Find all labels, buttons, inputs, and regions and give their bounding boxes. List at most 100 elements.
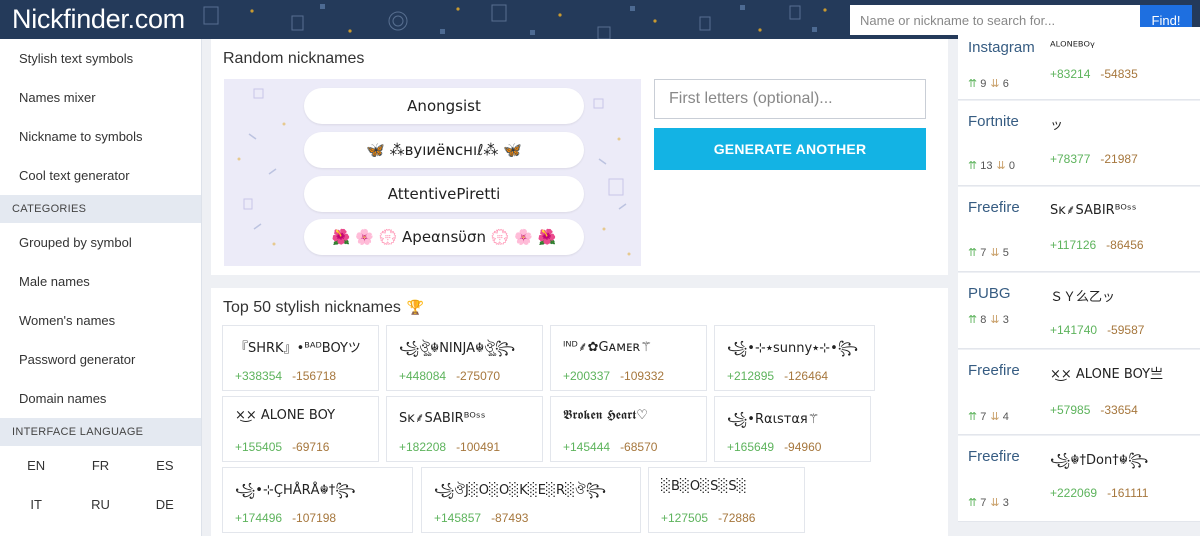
sidebar-item-grouped-by-symbol[interactable]: Grouped by symbol <box>0 223 201 262</box>
sidebar-item-cool-text-generator[interactable]: Cool text generator <box>0 156 201 195</box>
random-nicknames-title: Random nicknames <box>223 50 365 67</box>
game-nickname: ꧁☬†Don†☬꧂ <box>1050 453 1149 468</box>
card-negative: -94960 <box>784 440 822 454</box>
random-nickname-2[interactable]: 🦋 ⁂ʙуıиёɴcнıℓ⁂ 🦋 <box>304 132 584 168</box>
sidebar-item-male-names[interactable]: Male names <box>0 262 201 301</box>
card-score: +145444 -68570 <box>563 440 657 454</box>
game-positive: +57985 <box>1050 403 1091 417</box>
site-logo[interactable]: Nickfinder.com <box>12 4 185 35</box>
card-positive: +338354 <box>235 369 283 383</box>
first-letters-input[interactable] <box>654 79 926 119</box>
game-nickname: Sĸ⸙SABIRᴮᴼˢˢ <box>1050 203 1137 218</box>
game-nickname-card[interactable]: Freefire ꧁☬†Don†☬꧂ ⇈ 7 ⇊ 3 +222069 -161111 <box>958 436 1200 522</box>
top-nickname-card[interactable]: ░B░O░S░S░ +127505 -72886 <box>648 467 805 533</box>
card-negative: -107198 <box>292 511 337 525</box>
top-nicknames-title: Top 50 stylish nicknames 🏆 <box>223 299 424 317</box>
language-en[interactable]: EN <box>4 446 68 485</box>
game-name[interactable]: Freefire <box>968 362 1020 379</box>
game-score: +78377 -21987 <box>1050 152 1138 166</box>
downvote-icon[interactable]: ⇊ <box>990 497 999 509</box>
card-nickname: 𝕭𝖗𝖔𝖐𝖊𝖓 𝕳𝖊𝖆𝖗𝖙♡ <box>563 408 648 423</box>
top-nickname-card[interactable]: ꧁•Rαιѕтαя⚚ +165649 -94960 <box>714 396 871 462</box>
sidebar-item-names-mixer[interactable]: Names mixer <box>0 78 201 117</box>
game-name[interactable]: Fortnite <box>968 113 1019 130</box>
vote-counts: ⇈ 7 ⇊ 5 <box>968 246 1009 259</box>
downvote-icon[interactable]: ⇊ <box>990 78 999 90</box>
top-nickname-card[interactable]: ᴵᴺᴰ⸙✿Gᴀᴍᴇʀ⚚ +200337 -109332 <box>550 325 707 391</box>
top-nickname-card[interactable]: ꧁ঔJ░O░O░K░E░R░ঔ꧂ +145857 -87493 <box>421 467 641 533</box>
language-ru[interactable]: RU <box>68 485 132 524</box>
upvote-icon[interactable]: ⇈ <box>968 497 977 509</box>
top-nickname-card[interactable]: 𝕭𝖗𝖔𝖐𝖊𝖓 𝕳𝖊𝖆𝖗𝖙♡ +145444 -68570 <box>550 396 707 462</box>
sidebar-item-nickname-to-symbols[interactable]: Nickname to symbols <box>0 117 201 156</box>
game-nickname-card[interactable]: Instagram ᴬᴸᴼᴺᴱᴮᴼᵞ ⇈ 9 ⇊ 6 +83214 -54835 <box>958 27 1200 100</box>
vote-counts: ⇈ 8 ⇊ 3 <box>968 313 1009 326</box>
top-nickname-card[interactable]: 『SHRK』•ᴮᴬᴰBOYツ +338354 -156718 <box>222 325 379 391</box>
main-content: Random nicknames Anongsist 🦋 ⁂ʙуıиёɴcнıℓ… <box>211 39 948 536</box>
language-es[interactable]: ES <box>133 446 197 485</box>
downvote-icon[interactable]: ⇊ <box>997 160 1006 172</box>
language-heading: INTERFACE LANGUAGE <box>0 418 201 446</box>
sidebar: Stylish text symbols Names mixer Nicknam… <box>0 39 202 536</box>
language-fr[interactable]: FR <box>68 446 132 485</box>
card-nickname: ░B░O░S░S░ <box>661 479 747 494</box>
top-nicknames-title-text: Top 50 stylish nicknames <box>223 299 401 316</box>
vote-counts: ⇈ 13 ⇊ 0 <box>968 159 1015 172</box>
top-nickname-card[interactable]: ×͜× ALONE BOY +155405 -69716 <box>222 396 379 462</box>
card-negative: -69716 <box>292 440 330 454</box>
upvote-icon[interactable]: ⇈ <box>968 78 977 90</box>
game-nickname-card[interactable]: Fortnite ッ ⇈ 13 ⇊ 0 +78377 -21987 <box>958 101 1200 186</box>
vote-counts: ⇈ 7 ⇊ 3 <box>968 496 1009 509</box>
vote-counts: ⇈ 7 ⇊ 4 <box>968 410 1009 423</box>
game-nickname: ＳＹ么乙ッ <box>1050 290 1116 305</box>
random-nickname-4[interactable]: 🌺 🌸 💮 Apeαnsϋσn 💮 🌸 🌺 <box>304 219 584 255</box>
upvote-icon[interactable]: ⇈ <box>968 411 977 423</box>
card-negative: -275070 <box>456 369 501 383</box>
sidebar-item-stylish-text-symbols[interactable]: Stylish text symbols <box>0 39 201 78</box>
top-nickname-card[interactable]: ꧁•⊹٭sunny٭⊹•꧂ +212895 -126464 <box>714 325 875 391</box>
sidebar-item-womens-names[interactable]: Women's names <box>0 301 201 340</box>
game-name[interactable]: Instagram <box>968 39 1035 56</box>
card-nickname: Sĸ⸙SABIRᴮᴼˢˢ <box>399 411 486 426</box>
card-negative: -68570 <box>620 440 658 454</box>
game-nickname-card[interactable]: Freefire Sĸ⸙SABIRᴮᴼˢˢ ⇈ 7 ⇊ 5 +117126 -864… <box>958 187 1200 272</box>
top-nickname-card[interactable]: Sĸ⸙SABIRᴮᴼˢˢ +182208 -100491 <box>386 396 543 462</box>
card-nickname: ᴵᴺᴰ⸙✿Gᴀᴍᴇʀ⚚ <box>563 340 652 355</box>
card-nickname: ꧁•Rαιѕтαя⚚ <box>727 412 820 427</box>
card-negative: -72886 <box>718 511 756 525</box>
card-negative: -87493 <box>491 511 529 525</box>
top-nicknames-panel: Top 50 stylish nicknames 🏆 『SHRK』•ᴮᴬᴰBOYツ… <box>211 288 948 536</box>
game-name[interactable]: PUBG <box>968 285 1011 302</box>
downvote-icon[interactable]: ⇊ <box>990 314 999 326</box>
top-nickname-card[interactable]: ꧁ঔৣ☬NINJA☬ঔৣ꧂ +448084 -275070 <box>386 325 543 391</box>
upvote-icon[interactable]: ⇈ <box>968 160 977 172</box>
language-de[interactable]: DE <box>133 485 197 524</box>
card-positive: +145444 <box>563 440 611 454</box>
game-nickname-card[interactable]: PUBG ＳＹ么乙ッ ⇈ 8 ⇊ 3 +141740 -59587 <box>958 273 1200 349</box>
game-nickname-card[interactable]: Freefire ×͜× ALONE BOY亗 ⇈ 7 ⇊ 4 +57985 -33… <box>958 350 1200 435</box>
language-it[interactable]: IT <box>4 485 68 524</box>
downvote-icon[interactable]: ⇊ <box>990 411 999 423</box>
card-positive: +127505 <box>661 511 709 525</box>
upvote-count: 7 <box>980 247 987 259</box>
upvote-count: 13 <box>980 160 993 172</box>
card-positive: +145857 <box>434 511 482 525</box>
random-nickname-3[interactable]: AttentivePiretti <box>304 176 584 212</box>
language-grid: EN FR ES IT RU DE <box>0 446 201 524</box>
top-nickname-card[interactable]: ꧁•⊹ÇHÅRÅ☬†꧂ +174496 -107198 <box>222 467 413 533</box>
sidebar-item-domain-names[interactable]: Domain names <box>0 379 201 418</box>
downvote-count: 6 <box>1002 78 1009 90</box>
upvote-icon[interactable]: ⇈ <box>968 247 977 259</box>
downvote-count: 5 <box>1002 247 1009 259</box>
card-nickname: 『SHRK』•ᴮᴬᴰBOYツ <box>235 341 361 356</box>
upvote-icon[interactable]: ⇈ <box>968 314 977 326</box>
sidebar-item-password-generator[interactable]: Password generator <box>0 340 201 379</box>
generate-another-button[interactable]: GENERATE ANOTHER <box>654 128 926 170</box>
downvote-icon[interactable]: ⇊ <box>990 247 999 259</box>
card-positive: +155405 <box>235 440 283 454</box>
random-nickname-1[interactable]: Anongsist <box>304 88 584 124</box>
downvote-count: 3 <box>1002 497 1009 509</box>
game-name[interactable]: Freefire <box>968 448 1020 465</box>
card-positive: +448084 <box>399 369 447 383</box>
game-name[interactable]: Freefire <box>968 199 1020 216</box>
